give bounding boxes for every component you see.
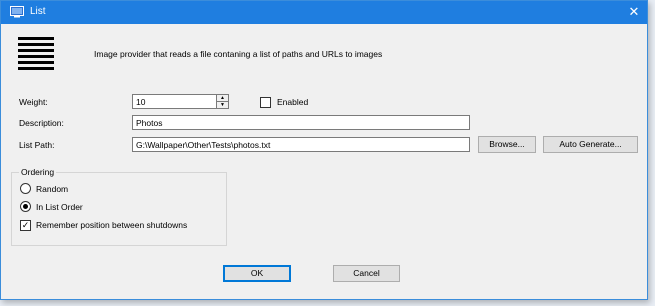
random-label: Random <box>36 184 69 194</box>
list-lines-icon <box>18 37 54 73</box>
weight-input[interactable]: 10 <box>132 94 217 109</box>
remember-position-checkbox[interactable]: ✓ <box>20 220 31 231</box>
spin-up-icon[interactable]: ▲ <box>217 95 228 102</box>
auto-generate-button[interactable]: Auto Generate... <box>543 136 638 153</box>
spin-down-icon[interactable]: ▼ <box>217 102 228 108</box>
list-path-input[interactable]: G:\Wallpaper\Other\Tests\photos.txt <box>132 137 470 152</box>
app-icon <box>10 6 24 18</box>
list-dialog-window: List ✕ Image provider that reads a file … <box>0 0 648 300</box>
title-bar[interactable]: List ✕ <box>1 1 647 24</box>
remember-position-label: Remember position between shutdowns <box>36 220 188 230</box>
provider-description: Image provider that reads a file contani… <box>94 49 383 59</box>
enabled-checkbox[interactable] <box>260 97 271 108</box>
weight-spinner[interactable]: ▲ ▼ <box>216 94 229 109</box>
ordering-group-title: Ordering <box>19 167 57 177</box>
random-radio[interactable] <box>20 183 31 194</box>
close-icon: ✕ <box>628 4 640 19</box>
cancel-button[interactable]: Cancel <box>333 265 400 282</box>
in-list-order-label: In List Order <box>36 202 83 212</box>
description-input[interactable]: Photos <box>132 115 470 130</box>
list-path-label: List Path: <box>19 140 55 150</box>
checkmark-icon: ✓ <box>21 220 30 230</box>
browse-button[interactable]: Browse... <box>478 136 536 153</box>
window-title: List <box>30 6 46 17</box>
ok-button[interactable]: OK <box>223 265 291 282</box>
weight-label: Weight: <box>19 97 48 107</box>
close-button[interactable]: ✕ <box>621 1 647 24</box>
enabled-label: Enabled <box>277 97 309 107</box>
description-label: Description: <box>19 118 64 128</box>
in-list-order-radio[interactable] <box>20 201 31 212</box>
